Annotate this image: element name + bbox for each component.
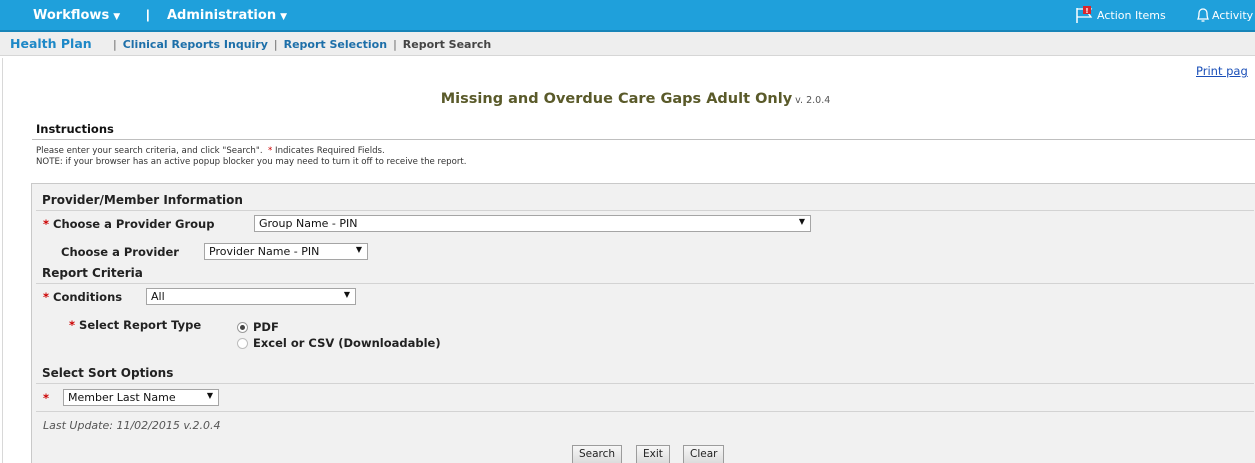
provider-value: Provider Name - PIN xyxy=(209,245,320,258)
required-star: * xyxy=(43,391,50,405)
flag-icon: ! xyxy=(1075,6,1097,24)
required-star: * xyxy=(43,290,50,304)
bell-icon xyxy=(1194,6,1212,24)
conditions-select[interactable]: All ▼ xyxy=(146,288,356,305)
sort-select[interactable]: Member Last Name ▼ xyxy=(63,389,219,406)
divider xyxy=(32,139,1255,140)
sort-required-marker: * xyxy=(43,391,49,405)
report-criteria-section-heading: Report Criteria xyxy=(42,266,143,280)
instructions-heading: Instructions xyxy=(36,122,114,136)
home-link[interactable]: Health Plan xyxy=(10,36,92,51)
breadcrumb: Health Plan | Clinical Reports Inquiry | Re… xyxy=(0,32,1255,56)
sort-value: Member Last Name xyxy=(68,391,176,404)
breadcrumb-separator: | xyxy=(113,38,117,51)
provider-member-section-heading: Provider/Member Information xyxy=(42,193,243,207)
required-star: * xyxy=(69,318,76,332)
provider-group-label-text: Choose a Provider Group xyxy=(53,217,215,231)
report-type-label: * Select Report Type xyxy=(69,318,201,332)
breadcrumb-report-selection[interactable]: Report Selection xyxy=(284,38,387,51)
report-title-text: Missing and Overdue Care Gaps Adult Only xyxy=(440,91,793,107)
provider-group-select[interactable]: Group Name - PIN ▼ xyxy=(254,215,811,232)
nav-separator: | xyxy=(146,7,150,22)
instructions-text: Please enter your search criteria, and c… xyxy=(36,146,467,168)
activity-link[interactable]: Activity xyxy=(1194,6,1253,24)
divider xyxy=(36,411,1254,412)
conditions-value: All xyxy=(151,290,165,303)
search-form-panel: Provider/Member Information * Choose a P… xyxy=(31,183,1255,463)
activity-label: Activity xyxy=(1212,8,1254,22)
required-star: * xyxy=(43,217,50,231)
chevron-down-icon: ▼ xyxy=(280,12,287,22)
instructions-line-2: NOTE: if your browser has an active popu… xyxy=(36,157,467,167)
top-nav-bar: Workflows ▼ | Administration ▼ ! Action It… xyxy=(0,0,1255,32)
instructions-line-1-suffix: Indicates Required Fields. xyxy=(272,146,385,156)
breadcrumb-clinical-reports[interactable]: Clinical Reports Inquiry xyxy=(123,38,268,51)
sort-options-section-heading: Select Sort Options xyxy=(42,366,174,380)
divider xyxy=(36,210,1254,211)
conditions-label: * Conditions xyxy=(43,290,122,304)
chevron-down-icon: ▼ xyxy=(113,12,121,22)
report-type-excel-label: Excel or CSV (Downloadable) xyxy=(253,336,441,350)
left-border xyxy=(2,58,3,463)
print-page-link[interactable]: Print pag xyxy=(1196,64,1248,78)
chevron-down-icon: ▼ xyxy=(355,245,362,254)
breadcrumb-trail: | Clinical Reports Inquiry | Report Selecti… xyxy=(107,38,491,51)
chevron-down-icon: ▼ xyxy=(343,290,350,299)
breadcrumb-separator: | xyxy=(393,38,397,51)
report-type-pdf-radio[interactable]: PDF xyxy=(237,320,279,334)
instructions-line-1-text: Please enter your search criteria, and c… xyxy=(36,146,269,156)
conditions-label-text: Conditions xyxy=(53,290,123,304)
action-items-label: Action Items xyxy=(1097,8,1166,22)
report-version: v. 2.0.4 xyxy=(795,95,831,106)
administration-menu[interactable]: Administration ▼ xyxy=(167,8,287,23)
report-type-pdf-label: PDF xyxy=(253,320,279,334)
administration-menu-label: Administration xyxy=(167,8,277,23)
svg-text:!: ! xyxy=(1085,7,1088,15)
radio-unselected-icon[interactable] xyxy=(237,337,248,349)
radio-selected-icon[interactable] xyxy=(237,321,248,333)
provider-group-label: * Choose a Provider Group xyxy=(43,217,214,231)
provider-select[interactable]: Provider Name - PIN ▼ xyxy=(204,243,368,260)
report-type-excel-radio[interactable]: Excel or CSV (Downloadable) xyxy=(237,336,441,350)
search-button[interactable]: Search xyxy=(572,445,623,463)
divider xyxy=(36,383,1254,384)
provider-label: Choose a Provider xyxy=(61,245,179,259)
instructions-line-1: Please enter your search criteria, and c… xyxy=(36,146,467,157)
report-type-label-text: Select Report Type xyxy=(79,318,202,332)
chevron-down-icon: ▼ xyxy=(798,217,805,226)
provider-group-value: Group Name - PIN xyxy=(259,217,358,230)
workflows-menu[interactable]: Workflows ▼ xyxy=(33,8,120,23)
clear-button[interactable]: Clear xyxy=(683,445,725,463)
divider xyxy=(36,283,1254,284)
breadcrumb-report-search: Report Search xyxy=(402,38,492,51)
chevron-down-icon: ▼ xyxy=(206,391,213,400)
breadcrumb-separator: | xyxy=(273,38,278,51)
exit-button[interactable]: Exit xyxy=(636,445,670,463)
last-update-text: Last Update: 11/02/2015 v.2.0.4 xyxy=(43,419,221,432)
page-title: Missing and Overdue Care Gaps Adult Only… xyxy=(0,91,1255,107)
action-items-link[interactable]: ! Action Items xyxy=(1075,6,1166,24)
workflows-menu-label: Workflows xyxy=(33,8,110,23)
